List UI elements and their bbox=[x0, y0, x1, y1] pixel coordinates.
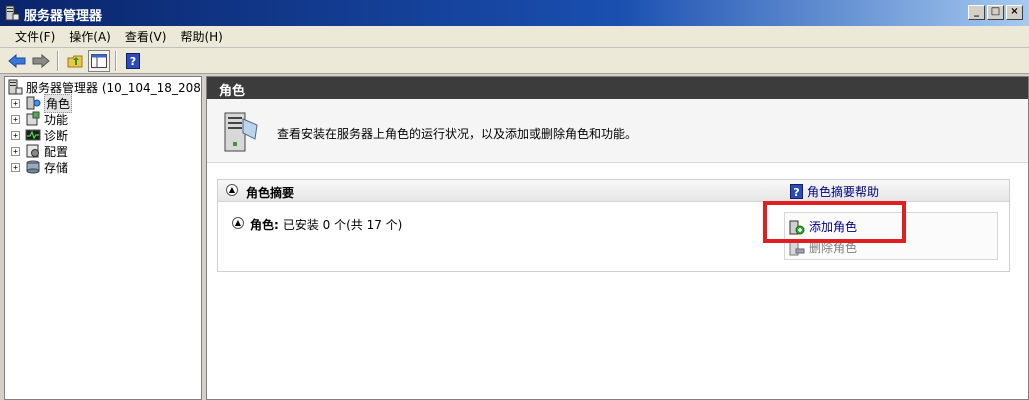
expand-icon[interactable]: + bbox=[11, 146, 20, 156]
server-manager-icon bbox=[7, 79, 23, 95]
roles-status-line: ▲ 角色: 已安装 0 个(共 17 个) bbox=[232, 216, 402, 233]
expand-icon[interactable]: + bbox=[11, 114, 20, 124]
tree-item-label: 诊断 bbox=[44, 128, 69, 143]
back-arrow-icon bbox=[8, 53, 26, 68]
roles-label: 角色: bbox=[250, 218, 279, 232]
highlight-box bbox=[763, 201, 906, 243]
expand-icon[interactable]: + bbox=[11, 98, 20, 108]
roles-summary-help-link[interactable]: ? 角色摘要帮助 bbox=[790, 183, 879, 200]
configuration-icon bbox=[25, 143, 41, 159]
forward-arrow-icon bbox=[32, 53, 50, 68]
toolbar: ? bbox=[0, 48, 1029, 74]
collapse-icon[interactable]: ▲ bbox=[226, 184, 238, 196]
tree-item-storage[interactable]: + 存储 bbox=[5, 159, 201, 175]
intro-section: 查看安装在服务器上角色的运行状况，以及添加或删除角色和功能。 bbox=[207, 99, 1028, 163]
forward-button[interactable] bbox=[30, 50, 52, 72]
roles-status: 已安装 0 个(共 17 个) bbox=[282, 218, 403, 232]
menu-bar: 文件(F) 操作(A) 查看(V) 帮助(H) bbox=[0, 26, 1029, 48]
help-button[interactable]: ? bbox=[122, 50, 144, 72]
diagnostics-icon bbox=[25, 127, 41, 143]
show-hide-tree-icon bbox=[91, 53, 107, 68]
back-button[interactable] bbox=[6, 50, 28, 72]
menu-action[interactable]: 操作(A) bbox=[62, 28, 118, 45]
roles-summary-header: ▲ 角色摘要 ? 角色摘要帮助 bbox=[218, 180, 1009, 202]
roles-summary-help-label: 角色摘要帮助 bbox=[807, 185, 880, 199]
features-icon bbox=[25, 111, 41, 127]
window-title: 服务器管理器 bbox=[24, 9, 103, 24]
title-bar: 服务器管理器 _ □ × bbox=[0, 0, 1029, 26]
close-button[interactable]: × bbox=[1006, 5, 1023, 20]
tree-root-server-manager[interactable]: 服务器管理器 (10_104_18_208) bbox=[5, 79, 206, 95]
toolbar-separator bbox=[57, 50, 59, 71]
up-one-level-button[interactable] bbox=[64, 50, 86, 72]
roles-server-icon bbox=[224, 112, 258, 152]
help-icon: ? bbox=[790, 184, 803, 199]
maximize-button[interactable]: □ bbox=[987, 5, 1004, 20]
menu-help[interactable]: 帮助(H) bbox=[173, 28, 229, 45]
console-tree: 服务器管理器 (10_104_18_208) + 角色 + 功能 + 诊断 + … bbox=[4, 76, 206, 400]
tree-item-label: 配置 bbox=[44, 144, 69, 159]
tree-item-features[interactable]: + 功能 bbox=[5, 111, 201, 127]
tree-item-label: 存储 bbox=[44, 160, 69, 175]
tree-item-roles[interactable]: + 角色 bbox=[5, 93, 201, 113]
toolbar-separator bbox=[115, 50, 117, 71]
help-icon: ? bbox=[126, 52, 140, 69]
menu-view[interactable]: 查看(V) bbox=[118, 28, 174, 45]
show-hide-console-tree-button[interactable] bbox=[88, 49, 110, 72]
collapse-icon[interactable]: ▲ bbox=[232, 217, 244, 229]
roles-summary-title: 角色摘要 bbox=[246, 186, 295, 200]
roles-icon bbox=[25, 95, 41, 111]
expand-icon[interactable]: + bbox=[11, 130, 20, 140]
minimize-button[interactable]: _ bbox=[968, 5, 985, 20]
svg-text:?: ? bbox=[130, 55, 136, 68]
tree-item-configuration[interactable]: + 配置 bbox=[5, 143, 201, 159]
up-folder-icon bbox=[67, 55, 83, 67]
server-manager-icon bbox=[5, 5, 20, 21]
storage-icon bbox=[25, 159, 41, 175]
menu-file[interactable]: 文件(F) bbox=[8, 28, 62, 45]
expand-icon[interactable]: + bbox=[11, 162, 20, 172]
tree-item-diagnostics[interactable]: + 诊断 bbox=[5, 127, 201, 143]
tree-item-label: 功能 bbox=[44, 112, 69, 127]
intro-text: 查看安装在服务器上角色的运行状况，以及添加或删除角色和功能。 bbox=[277, 127, 638, 141]
page-title: 角色 bbox=[207, 77, 1028, 99]
